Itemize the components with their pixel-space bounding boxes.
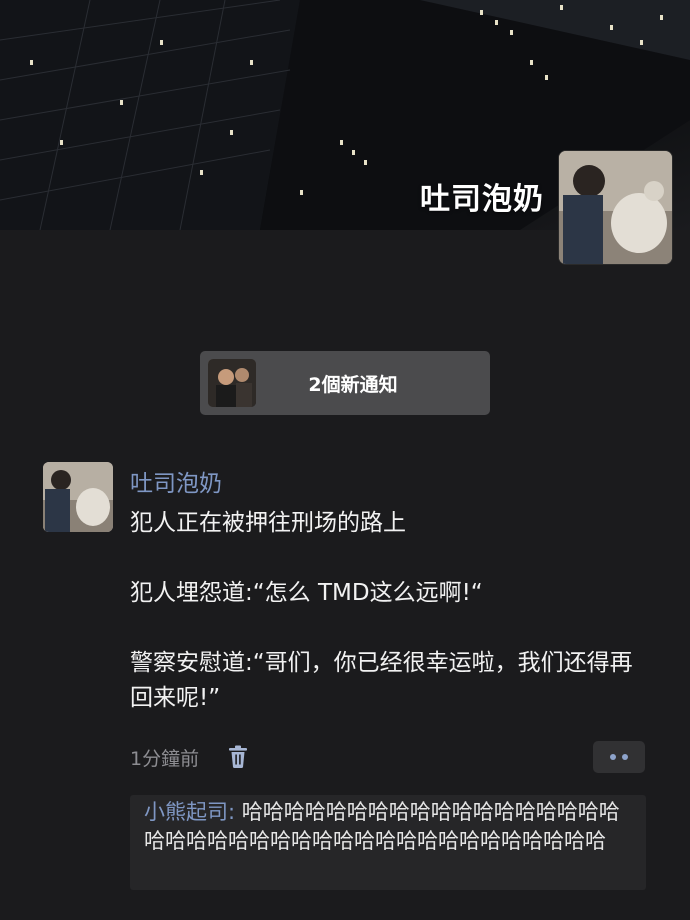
notification-avatar — [208, 359, 256, 407]
author-photo-icon — [43, 462, 113, 532]
post-text: 犯人正在被押往刑场的路上 犯人埋怨道:“怎么 TMD这么远啊!“ 警察安慰道:“… — [130, 510, 633, 711]
new-notifications-button[interactable]: 2個新通知 — [200, 351, 490, 415]
comment-section: 小熊起司: 哈哈哈哈哈哈哈哈哈哈哈哈哈哈哈哈哈哈哈哈哈哈哈哈哈哈哈哈哈哈哈哈哈哈… — [130, 795, 646, 890]
post-author-avatar[interactable] — [43, 462, 113, 532]
more-dots-icon — [610, 754, 616, 760]
trash-icon[interactable] — [228, 745, 248, 769]
profile-name: 吐司泡奶 — [420, 182, 544, 217]
notification-label: 2個新通知 — [308, 373, 398, 396]
post-author-name[interactable]: 吐司泡奶 — [130, 464, 222, 498]
comment-item[interactable]: 小熊起司: 哈哈哈哈哈哈哈哈哈哈哈哈哈哈哈哈哈哈哈哈哈哈哈哈哈哈哈哈哈哈哈哈哈哈… — [144, 798, 638, 856]
more-dots-icon — [622, 754, 628, 760]
more-options-button[interactable] — [593, 741, 645, 773]
profile-photo-icon — [559, 151, 672, 264]
profile-avatar[interactable] — [558, 150, 673, 265]
notification-sender-photo-icon — [208, 359, 256, 407]
post-timestamp: 1分鐘前 — [130, 748, 200, 770]
comment-separator: : — [228, 800, 242, 824]
comment-author[interactable]: 小熊起司 — [144, 800, 228, 824]
moments-page: 吐司泡奶 2個新通知 吐司泡奶 犯人正在被押往刑场的路上 犯人埋怨道:“怎么 T… — [0, 0, 690, 920]
